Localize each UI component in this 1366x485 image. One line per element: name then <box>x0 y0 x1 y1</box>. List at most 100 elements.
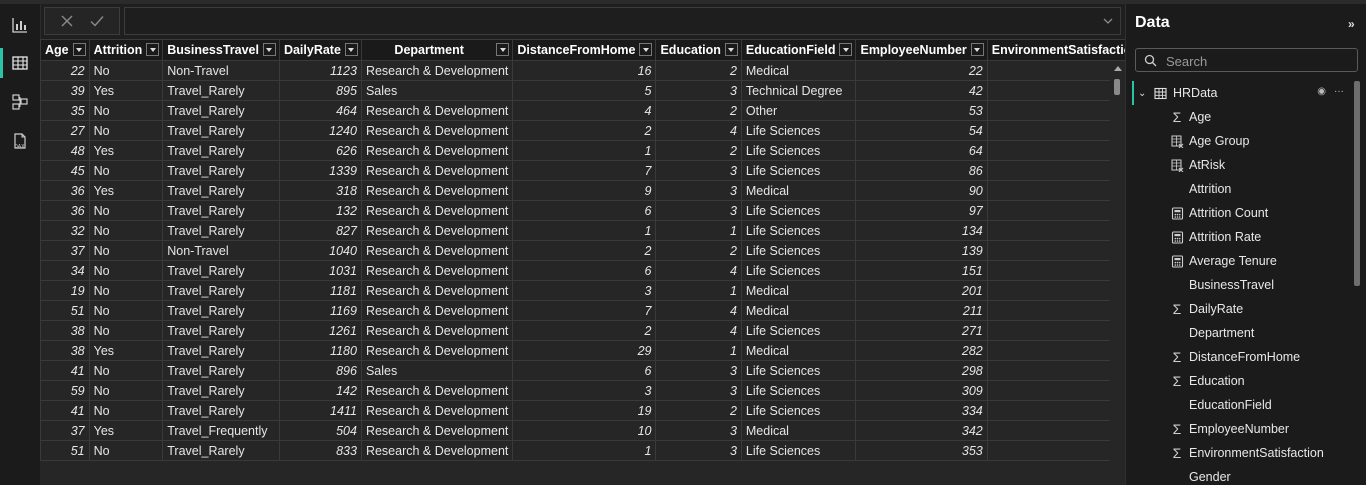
cell-empno[interactable]: 134 <box>855 220 988 241</box>
cell-travel[interactable]: Travel_Rarely <box>162 260 280 281</box>
cell-attrition[interactable]: Yes <box>88 420 164 441</box>
column-header-empno[interactable]: EmployeeNumber <box>855 39 988 61</box>
cell-travel[interactable]: Travel_Rarely <box>162 180 280 201</box>
column-header-rate[interactable]: DailyRate <box>278 39 362 61</box>
cell-rate[interactable]: 896 <box>278 360 362 381</box>
cell-dept[interactable]: Research & Development <box>360 60 514 81</box>
cell-env[interactable] <box>986 100 1125 121</box>
cell-travel[interactable]: Travel_Rarely <box>162 440 280 461</box>
cell-empno[interactable]: 282 <box>855 340 988 361</box>
cell-env[interactable] <box>986 320 1125 341</box>
cell-attrition[interactable]: No <box>88 380 164 401</box>
filter-dropdown-icon[interactable] <box>839 43 853 56</box>
cell-age[interactable]: 34 <box>40 260 90 281</box>
cell-field[interactable]: Life Sciences <box>740 160 857 181</box>
cell-dist[interactable]: 7 <box>512 300 657 321</box>
cell-empno[interactable]: 271 <box>855 320 988 341</box>
field-item[interactable]: Σ EnvironmentSatisfaction <box>1170 441 1324 465</box>
cell-dept[interactable]: Research & Development <box>360 180 514 201</box>
cell-age[interactable]: 45 <box>40 160 90 181</box>
cell-env[interactable] <box>986 60 1125 81</box>
cell-age[interactable]: 51 <box>40 440 90 461</box>
cell-travel[interactable]: Non-Travel <box>162 60 280 81</box>
cell-attrition[interactable]: Yes <box>88 340 164 361</box>
cell-age[interactable]: 36 <box>40 200 90 221</box>
cell-env[interactable] <box>986 360 1125 381</box>
filter-dropdown-icon[interactable] <box>496 43 510 56</box>
cell-dept[interactable]: Research & Development <box>360 260 514 281</box>
cell-travel[interactable]: Travel_Rarely <box>162 220 280 241</box>
cell-rate[interactable]: 1261 <box>278 320 362 341</box>
cell-edu[interactable]: 3 <box>655 380 742 401</box>
cell-attrition[interactable]: No <box>88 360 164 381</box>
cell-empno[interactable]: 97 <box>855 200 988 221</box>
cell-dist[interactable]: 2 <box>512 240 657 261</box>
cell-travel[interactable]: Travel_Rarely <box>162 120 280 141</box>
cell-dept[interactable]: Research & Development <box>360 440 514 461</box>
cell-dist[interactable]: 1 <box>512 220 657 241</box>
cell-env[interactable] <box>986 220 1125 241</box>
cell-empno[interactable]: 90 <box>855 180 988 201</box>
cell-attrition[interactable]: No <box>88 280 164 301</box>
cell-empno[interactable]: 201 <box>855 280 988 301</box>
cell-age[interactable]: 41 <box>40 400 90 421</box>
pane-scrollbar-thumb[interactable] <box>1354 81 1360 286</box>
column-header-travel[interactable]: BusinessTravel <box>162 39 280 61</box>
cell-env[interactable] <box>986 120 1125 141</box>
search-box[interactable] <box>1135 48 1358 72</box>
field-item[interactable]: Attrition <box>1170 177 1231 201</box>
cell-rate[interactable]: 1040 <box>278 240 362 261</box>
cell-edu[interactable]: 1 <box>655 340 742 361</box>
cell-dept[interactable]: Sales <box>360 80 514 101</box>
cell-dist[interactable]: 5 <box>512 80 657 101</box>
field-item[interactable]: Department <box>1170 321 1254 345</box>
cell-edu[interactable]: 3 <box>655 160 742 181</box>
chevron-down-icon[interactable]: ⌄ <box>1138 88 1152 99</box>
cell-field[interactable]: Life Sciences <box>740 240 857 261</box>
commit-formula-icon[interactable] <box>89 13 105 29</box>
cell-field[interactable]: Life Sciences <box>740 380 857 401</box>
cell-rate[interactable]: 1339 <box>278 160 362 181</box>
cell-edu[interactable]: 2 <box>655 140 742 161</box>
collapse-pane-icon[interactable]: » <box>1348 17 1355 31</box>
cell-edu[interactable]: 2 <box>655 240 742 261</box>
cell-dist[interactable]: 3 <box>512 280 657 301</box>
scroll-up-arrow-icon[interactable] <box>1114 66 1122 71</box>
cell-rate[interactable]: 142 <box>278 380 362 401</box>
cell-dept[interactable]: Research & Development <box>360 320 514 341</box>
cell-edu[interactable]: 2 <box>655 100 742 121</box>
cell-age[interactable]: 48 <box>40 140 90 161</box>
cell-dist[interactable]: 19 <box>512 400 657 421</box>
cell-edu[interactable]: 3 <box>655 80 742 101</box>
column-header-env[interactable]: EnvironmentSatisfaction <box>986 39 1125 61</box>
cell-travel[interactable]: Travel_Rarely <box>162 400 280 421</box>
cell-env[interactable] <box>986 140 1125 161</box>
cell-travel[interactable]: Travel_Rarely <box>162 320 280 341</box>
cell-field[interactable]: Life Sciences <box>740 400 857 421</box>
cell-rate[interactable]: 1411 <box>278 400 362 421</box>
cell-field[interactable]: Life Sciences <box>740 440 857 461</box>
cell-dist[interactable]: 4 <box>512 100 657 121</box>
field-item[interactable]: Gender <box>1170 465 1231 485</box>
cell-edu[interactable]: 2 <box>655 60 742 81</box>
cell-field[interactable]: Life Sciences <box>740 140 857 161</box>
cell-rate[interactable]: 1240 <box>278 120 362 141</box>
cell-rate[interactable]: 318 <box>278 180 362 201</box>
cell-dept[interactable]: Research & Development <box>360 100 514 121</box>
cell-empno[interactable]: 342 <box>855 420 988 441</box>
cell-dept[interactable]: Research & Development <box>360 120 514 141</box>
cell-attrition[interactable]: No <box>88 300 164 321</box>
cell-age[interactable]: 27 <box>40 120 90 141</box>
field-item[interactable]: BusinessTravel <box>1170 273 1274 297</box>
filter-dropdown-icon[interactable] <box>970 43 984 56</box>
cell-rate[interactable]: 626 <box>278 140 362 161</box>
grid-vertical-scrollbar[interactable] <box>1110 61 1125 485</box>
cell-attrition[interactable]: No <box>88 220 164 241</box>
cell-edu[interactable]: 2 <box>655 400 742 421</box>
cell-edu[interactable]: 4 <box>655 320 742 341</box>
filter-dropdown-icon[interactable] <box>724 43 738 56</box>
cell-dist[interactable]: 1 <box>512 140 657 161</box>
cell-rate[interactable]: 1180 <box>278 340 362 361</box>
cell-attrition[interactable]: No <box>88 100 164 121</box>
cell-empno[interactable]: 309 <box>855 380 988 401</box>
